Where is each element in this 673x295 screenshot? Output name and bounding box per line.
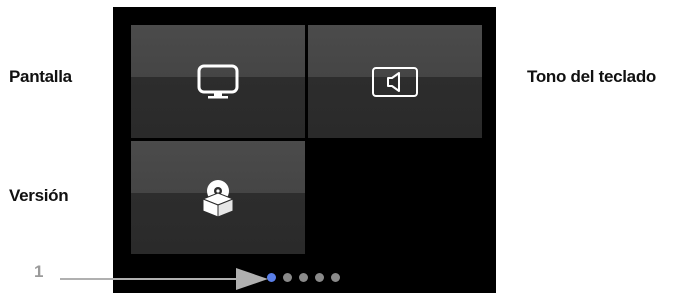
figure: Pantalla Versión Tono del teclado 1	[0, 0, 673, 295]
callout-arrow	[60, 268, 268, 290]
